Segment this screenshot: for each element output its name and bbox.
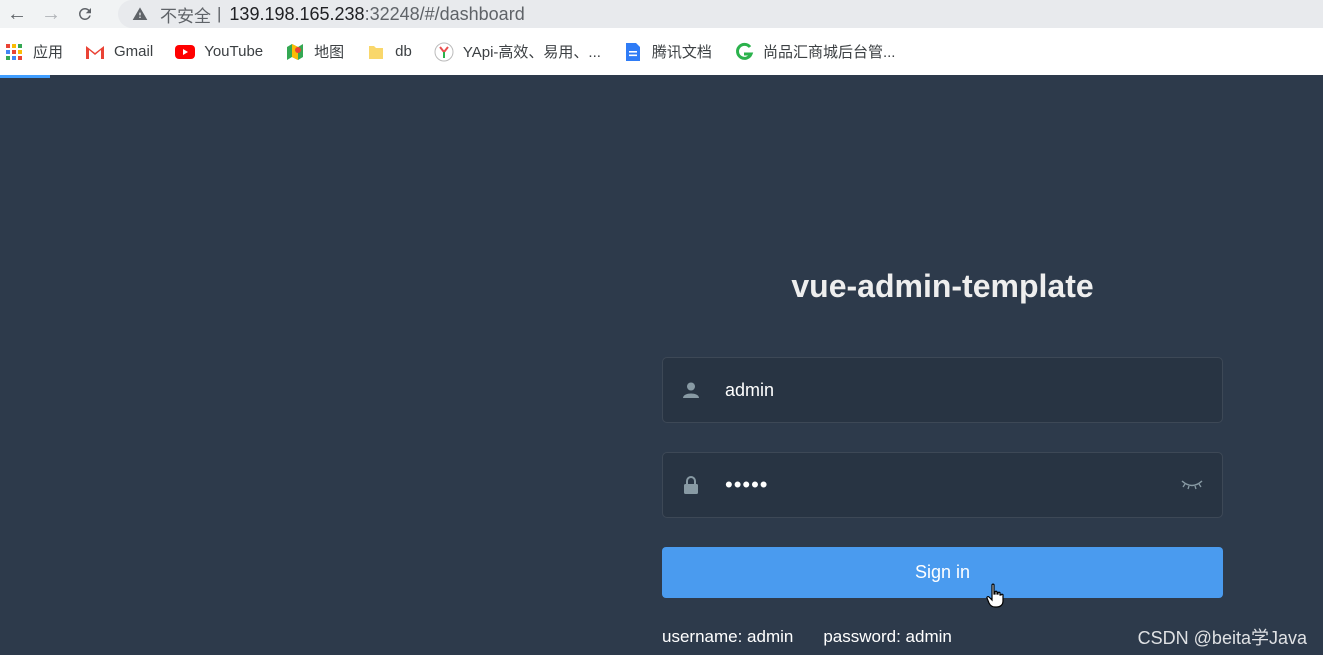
warning-triangle-icon <box>132 6 148 22</box>
sign-in-button[interactable]: Sign in <box>662 547 1223 598</box>
back-icon[interactable]: ← <box>0 0 34 28</box>
gmail-icon <box>85 42 105 62</box>
login-title: vue-admin-template <box>791 268 1094 304</box>
reload-icon[interactable] <box>68 0 102 28</box>
user-icon <box>681 380 701 400</box>
bookmarks-bar: 应用 Gmail YouTube 地图 db YApi-高效、易用、... 腾讯… <box>0 28 1323 75</box>
bookmark-label: 应用 <box>33 44 64 61</box>
not-secure-label: 不安全 <box>160 6 211 26</box>
url-path: :32248/#/dashboard <box>364 3 525 24</box>
password-input[interactable]: ••••• <box>725 474 1180 496</box>
browser-address-bar: ← → 不安全 | 139.198.165.238 :32248/#/dashb… <box>0 0 1323 28</box>
apps-grid-icon <box>4 42 24 62</box>
bookmark-label: db <box>395 43 412 60</box>
bookmark-apps[interactable]: 应用 <box>2 37 73 67</box>
bookmark-maps[interactable]: 地图 <box>283 37 354 67</box>
username-field[interactable] <box>662 357 1223 423</box>
url-omnibox[interactable]: 不安全 | 139.198.165.238 :32248/#/dashboard <box>118 0 1323 28</box>
bookmark-gmail[interactable]: Gmail <box>83 37 163 67</box>
hand-cursor-icon <box>986 583 1004 609</box>
bookmark-label: 腾讯文档 <box>651 44 712 61</box>
bookmark-yapi[interactable]: YApi-高效、易用、... <box>432 37 611 67</box>
bookmark-label: YouTube <box>204 43 264 60</box>
docs-icon <box>623 42 643 62</box>
bookmark-label: Gmail <box>114 43 154 60</box>
bookmark-label: 地图 <box>314 44 345 61</box>
youtube-icon <box>175 42 196 62</box>
bookmark-shangpinhui[interactable]: 尚品汇商城后台管... <box>732 37 906 67</box>
url-separator: | <box>217 4 222 23</box>
eye-closed-icon[interactable] <box>1180 475 1204 495</box>
bookmark-youtube[interactable]: YouTube <box>173 37 273 67</box>
password-field[interactable]: ••••• <box>662 452 1223 518</box>
login-tips: username: admin password: admin <box>662 627 952 647</box>
lock-icon <box>681 475 701 495</box>
url-host: 139.198.165.238 <box>229 3 365 24</box>
username-tip: username: admin <box>662 627 794 646</box>
page-load-indicator <box>0 75 50 78</box>
forward-icon[interactable]: → <box>34 0 68 28</box>
yapi-icon <box>434 42 454 62</box>
username-input[interactable] <box>725 370 1222 410</box>
password-tip: password: admin <box>823 627 952 646</box>
csdn-watermark: CSDN @beita学Java <box>1137 628 1307 648</box>
bookmark-db[interactable]: db <box>364 37 422 67</box>
bookmark-label: 尚品汇商城后台管... <box>762 44 896 61</box>
bookmark-label: YApi-高效、易用、... <box>462 44 601 61</box>
maps-icon <box>285 42 305 62</box>
folder-icon <box>366 42 386 62</box>
bookmark-tencent-docs[interactable]: 腾讯文档 <box>621 37 722 67</box>
green-g-icon <box>734 42 754 62</box>
